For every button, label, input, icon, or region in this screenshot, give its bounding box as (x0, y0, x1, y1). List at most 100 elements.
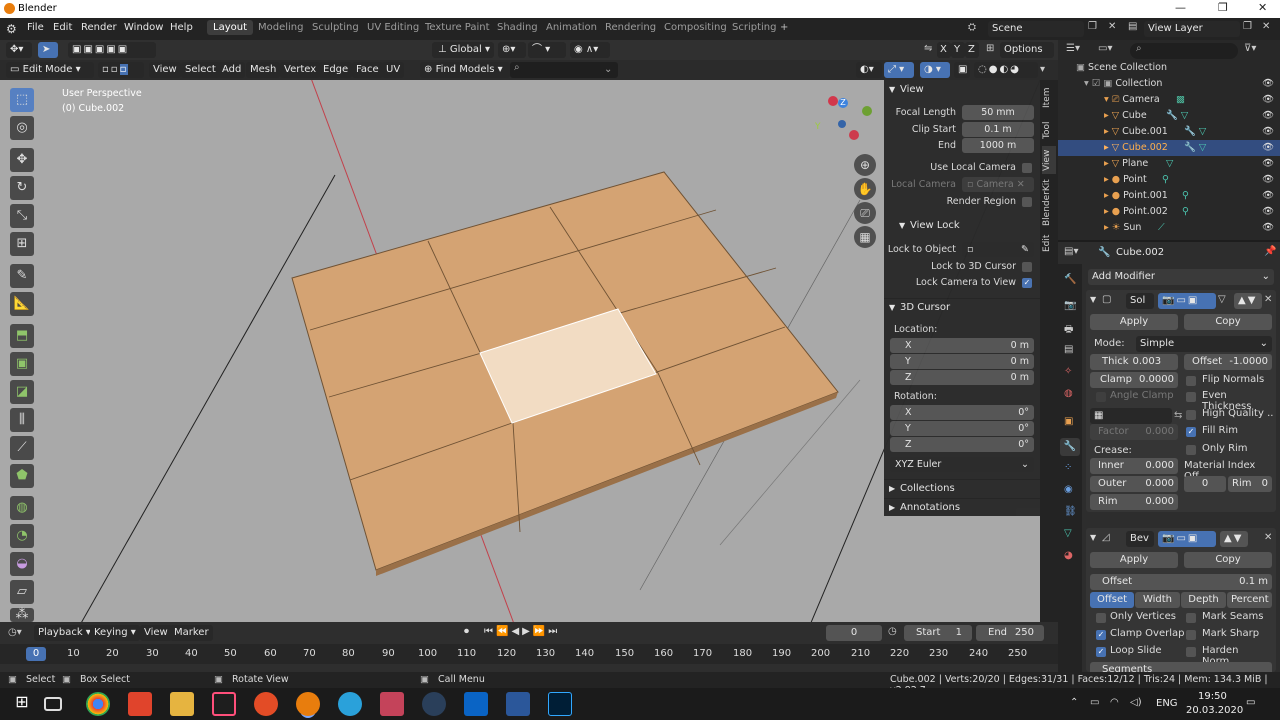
camera-view-icon[interactable]: ⎚ (854, 202, 876, 224)
scene-remove-icon[interactable]: ✕ (1108, 21, 1116, 32)
clamp-field[interactable]: Clamp 0.0000 (1090, 372, 1178, 388)
timeline-editor-icon[interactable]: ◷▾ (8, 627, 22, 638)
crease-inner-field[interactable]: Inner 0.000 (1090, 458, 1178, 474)
windows-start-icon[interactable]: ⊞ (10, 692, 34, 716)
tab-scripting[interactable]: Scripting (732, 22, 776, 33)
find-models-dropdown[interactable]: ⊕ Find Models ▾ (420, 62, 510, 78)
copy-button[interactable]: Copy (1184, 314, 1272, 330)
cursor-loc-x[interactable]: X 0 m (890, 338, 1034, 353)
select-mode-icons[interactable]: ▣▣▣▣▣ (68, 42, 156, 58)
clip-start-field[interactable]: 0.1 m (962, 122, 1034, 137)
view-menu[interactable]: View (149, 62, 181, 78)
mode-dropdown[interactable]: Simple ⌄ (1136, 336, 1272, 352)
eye-icon[interactable]: 👁 (1262, 156, 1274, 172)
tab-tool[interactable]: Tool (1042, 116, 1056, 144)
loop-slide-checkbox[interactable]: ✓ (1096, 647, 1106, 657)
select-tool-icon[interactable]: ➤ (38, 42, 58, 58)
tab-rendering[interactable]: Rendering (605, 22, 656, 33)
options-dropdown[interactable]: Options ▾ (1000, 42, 1054, 69)
crease-outer-field[interactable]: Outer 0.000 (1090, 476, 1178, 492)
telegram-icon[interactable] (338, 692, 362, 716)
scene-copy-icon[interactable]: ❐ (1088, 21, 1097, 32)
gizmo-z-neg-icon[interactable] (838, 120, 846, 128)
vertex-menu[interactable]: Vertex (280, 62, 321, 78)
network-icon[interactable]: ▭ (1090, 697, 1099, 708)
add-workspace-icon[interactable]: + (780, 22, 788, 33)
material-rim-field[interactable]: Rim 0 (1228, 476, 1272, 492)
eye-icon[interactable]: 👁 (1262, 92, 1274, 108)
material-tab-icon[interactable]: ◕ (1064, 550, 1073, 561)
close-icon[interactable]: ✕ (1258, 1, 1267, 14)
collapse-icon[interactable]: ▼ (1090, 295, 1096, 304)
editor-type-icon[interactable]: ✥▾ (6, 42, 32, 58)
xray-icon[interactable]: ▣ (954, 62, 970, 78)
data-tab-icon[interactable]: ▽ (1064, 528, 1072, 539)
menu-help[interactable]: Help (170, 22, 193, 33)
tab-sculpting[interactable]: Sculpting (312, 22, 359, 33)
cursor-rot-x[interactable]: X 0° (890, 405, 1034, 420)
file-explorer-icon[interactable] (170, 692, 194, 716)
apply-button[interactable]: Apply (1090, 552, 1178, 568)
current-frame-field[interactable]: 0 (826, 625, 882, 641)
move-modifier-icons[interactable]: ▲▼ (1220, 531, 1248, 547)
outliner-item-cube-001[interactable]: ▸ ▽ Cube.001 🔧 ▽ 👁 (1058, 124, 1280, 140)
spin-icon[interactable]: ◍ (10, 496, 34, 520)
width-type-width[interactable]: Width (1135, 592, 1180, 608)
wifi-icon[interactable]: ◠ (1110, 697, 1119, 708)
app-icon[interactable] (128, 692, 152, 716)
shear-icon[interactable]: ▱ (10, 580, 34, 604)
fill-rim-checkbox[interactable]: ✓ (1186, 427, 1196, 437)
tab-uv-editing[interactable]: UV Editing (367, 22, 419, 33)
tab-edit[interactable]: Edit (1042, 232, 1056, 254)
overlay-toggle-icon[interactable]: ◑ ▾ (920, 62, 950, 78)
blender-menu-icon[interactable]: ⚙ (6, 22, 17, 36)
on-cage-icon[interactable]: ▽ (1218, 294, 1226, 305)
world-tab-icon[interactable]: ◍ (1064, 388, 1073, 399)
snap-icon[interactable]: ⌒ ▾ (528, 42, 566, 58)
vertex-group-field[interactable]: ▦ (1090, 408, 1172, 424)
tab-blenderkit[interactable]: BlenderKit (1042, 178, 1056, 228)
segments-field[interactable]: Segments (1090, 662, 1272, 672)
gizmo-y-icon[interactable]: Y (815, 122, 821, 132)
width-type-offset[interactable]: Offset (1090, 592, 1134, 608)
eye-icon[interactable]: 👁 (1262, 172, 1274, 188)
scene-selector[interactable]: Scene (988, 21, 1084, 37)
cursor-loc-z[interactable]: Z 0 m (890, 370, 1034, 385)
maximize-icon[interactable]: ❐ (1218, 1, 1228, 14)
display-mode-icon[interactable]: ▭▾ (1098, 43, 1112, 54)
rotate-icon[interactable]: ↻ (10, 176, 34, 200)
view-layer-tab-icon[interactable]: ▤ (1064, 344, 1073, 355)
view-panel-header[interactable]: ▼ View (884, 81, 1040, 99)
material-offset-field[interactable]: 0 (1184, 476, 1226, 492)
object-tab-icon[interactable]: ▣ (1064, 416, 1073, 427)
steam-icon[interactable] (422, 692, 446, 716)
tray-chevron-icon[interactable]: ⌃ (1070, 697, 1078, 708)
tab-texture-paint[interactable]: Texture Paint (425, 22, 490, 33)
marker-menu[interactable]: Marker (170, 625, 213, 641)
outliner-item-point[interactable]: ▸ ● Point ⚲ 👁 (1058, 172, 1280, 188)
notifications-icon[interactable]: ▭ (1246, 697, 1255, 708)
add-modifier-dropdown[interactable]: Add Modifier ⌄ (1088, 269, 1274, 285)
modifier-visibility-icons[interactable]: 📷▭▣ (1158, 293, 1216, 309)
outliner-item-cube[interactable]: ▸ ▽ Cube 🔧 ▽ 👁 (1058, 108, 1280, 124)
move-icon[interactable]: ✥ (10, 148, 34, 172)
tab-compositing[interactable]: Compositing (664, 22, 727, 33)
playback-menu[interactable]: Playback ▾ (34, 625, 95, 641)
view-lock-header[interactable]: ▼ View Lock (884, 217, 1040, 235)
collapse-icon[interactable]: ▼ (1090, 533, 1096, 542)
modifier-tab-icon[interactable]: 🔧 (1060, 438, 1080, 456)
face-menu[interactable]: Face (352, 62, 383, 78)
even-thickness-checkbox[interactable] (1186, 392, 1196, 402)
menu-edit[interactable]: Edit (53, 22, 72, 33)
clamp-overlap-checkbox[interactable]: ✓ (1096, 630, 1106, 640)
menu-render[interactable]: Render (81, 22, 117, 33)
lock-to-object-field[interactable]: ▫ ✎ (962, 242, 1034, 257)
clip-end-field[interactable]: 1000 m (962, 138, 1034, 153)
add-menu[interactable]: Add (218, 62, 246, 78)
mode-dropdown[interactable]: ▭ Edit Mode ▾ (6, 62, 94, 78)
constraints-tab-icon[interactable]: ⛓ (1064, 506, 1077, 517)
collections-panel-header[interactable]: ▶ Collections (884, 479, 1040, 497)
lock-camera-checkbox[interactable]: ✓ (1022, 278, 1032, 288)
cursor-loc-y[interactable]: Y 0 m (890, 354, 1034, 369)
outliner-item-plane[interactable]: ▸ ▽ Plane ▽ 👁 (1058, 156, 1280, 172)
